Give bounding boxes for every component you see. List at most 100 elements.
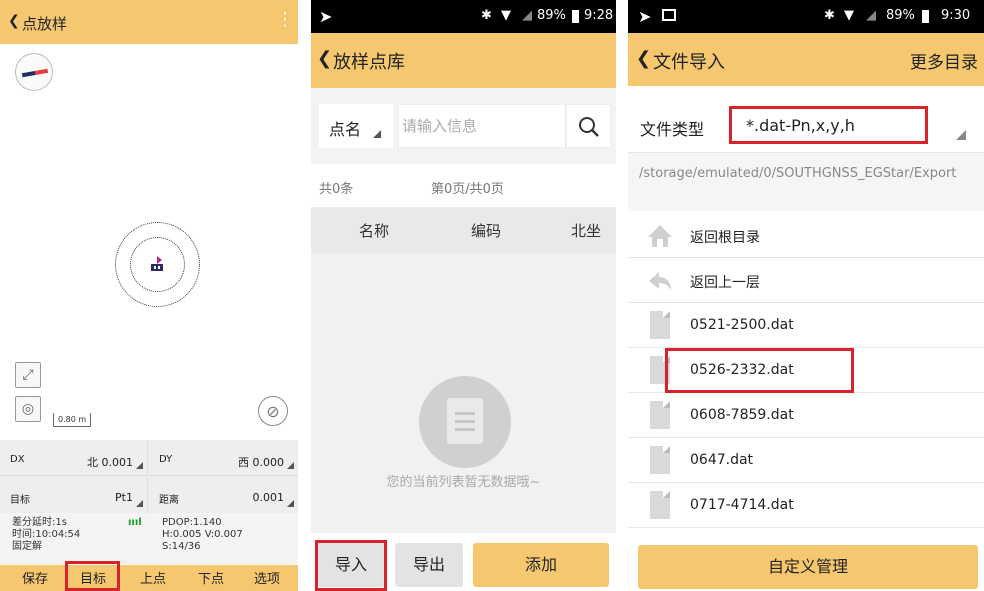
gnss-status: 差分延时:1s 时间:10:04:54 固定解 ıııl PDOP:1.140 … <box>0 513 298 565</box>
file-icon <box>650 401 670 429</box>
nav-root-row[interactable]: 返回根目录 <box>628 213 984 258</box>
file-name: 0647.dat <box>690 452 754 468</box>
dx-value: 北 0.001 <box>87 456 133 469</box>
empty-state: 您的当前列表暂无数据哦~ <box>311 253 616 533</box>
cell-signal-icon: ◢ <box>866 8 876 23</box>
spacer <box>628 86 984 98</box>
back-arrow-icon <box>649 272 671 290</box>
file-icon <box>650 491 670 519</box>
page-title: 点放样 <box>22 15 68 33</box>
highlight-box <box>315 540 387 591</box>
chevron-left-icon[interactable]: ❮ <box>8 13 20 29</box>
satellites-text: S:14/36 <box>162 541 201 552</box>
target-cell[interactable]: 目标 Pt1 <box>0 477 148 513</box>
location-icon: ➤ <box>638 7 652 26</box>
search-input[interactable]: 请输入信息 <box>398 104 566 148</box>
header-bar: ❮ 文件导入 更多目录 <box>628 33 984 86</box>
file-icon <box>650 446 670 474</box>
locate-icon[interactable]: ◎ <box>15 396 41 422</box>
status-bar: ➤ ✱ ▼ ◢ 89% 9:28 <box>311 0 616 33</box>
battery-percent: 89% <box>886 8 915 23</box>
distance-value: 0.001 <box>252 491 285 504</box>
target-label: 目标 <box>10 495 30 506</box>
add-button[interactable]: 添加 <box>473 543 609 587</box>
file-row[interactable]: 0521-2500.dat <box>628 303 984 348</box>
custom-manage-button[interactable]: 自定义管理 <box>638 545 978 589</box>
file-type-label: 文件类型 <box>640 120 705 139</box>
status-bar: ➤ ✱ ▼ ◢ 89% 9:30 <box>628 0 984 33</box>
options-button[interactable]: 选项 <box>240 569 294 591</box>
current-path: /storage/emulated/0/SOUTHGNSS_EGStar/Exp… <box>628 153 984 211</box>
total-count: 共0条 <box>319 182 354 197</box>
distance-label: 距离 <box>159 495 179 506</box>
more-directories-button[interactable]: 更多目录 <box>910 48 978 73</box>
signal-icon: ıııl <box>128 517 142 528</box>
file-row[interactable]: 0717-4714.dat <box>628 483 984 528</box>
next-point-button[interactable]: 下点 <box>184 569 238 591</box>
wifi-icon: ▼ <box>844 8 854 23</box>
nav-up-row[interactable]: 返回上一层 <box>628 258 984 303</box>
bluetooth-icon: ✱ <box>824 8 835 23</box>
target-value: Pt1 <box>115 491 133 504</box>
header-bar: ❮ 点放样 ⋮ <box>0 0 298 44</box>
highlight-box <box>65 561 120 591</box>
page-title: 文件导入 <box>653 52 725 73</box>
page-indicator: 第0页/共0页 <box>431 182 504 197</box>
highlight-box <box>665 348 854 393</box>
search-bar: 点名 请输入信息 <box>311 88 616 164</box>
disable-icon[interactable]: ⊘ <box>258 396 288 426</box>
search-field-select[interactable]: 点名 <box>319 104 393 148</box>
more-vertical-icon[interactable]: ⋮ <box>276 9 294 35</box>
file-row[interactable]: 0647.dat <box>628 438 984 483</box>
file-name: 0521-2500.dat <box>690 317 794 333</box>
result-summary: 共0条 第0页/共0页 <box>311 164 616 208</box>
location-icon: ➤ <box>319 7 333 26</box>
search-button[interactable] <box>566 104 611 148</box>
compass-icon <box>15 53 53 91</box>
table-header: 名称 编码 北坐 <box>311 208 616 253</box>
precision-text: H:0.005 V:0.007 <box>162 529 243 540</box>
deviation-grid: DX 北 0.001 DY 西 0.000 目标 Pt1 距离 0.001 <box>0 440 298 513</box>
export-button[interactable]: 导出 <box>395 543 463 587</box>
pdop-text: PDOP:1.140 <box>162 517 222 528</box>
page-title: 放样点库 <box>333 52 405 73</box>
dx-cell[interactable]: DX 北 0.001 <box>0 440 148 476</box>
bottom-toolbar: 自定义管理 <box>628 535 984 591</box>
distance-cell[interactable]: 距离 0.001 <box>149 477 298 513</box>
scale-bar: 0.80 m <box>53 413 92 427</box>
column-name[interactable]: 名称 <box>359 220 389 241</box>
battery-percent: 89% <box>537 8 566 23</box>
delay-text: 差分延时:1s <box>12 517 67 528</box>
chevron-left-icon[interactable]: ❮ <box>317 48 332 69</box>
dropdown-triangle-icon <box>136 500 143 507</box>
search-icon <box>579 117 599 137</box>
column-code[interactable]: 编码 <box>471 220 501 241</box>
station-icon <box>151 256 163 271</box>
dropdown-triangle-icon <box>136 462 143 469</box>
image-icon <box>662 9 676 21</box>
file-row[interactable]: 0608-7859.dat <box>628 393 984 438</box>
document-icon <box>447 398 483 444</box>
empty-message: 您的当前列表暂无数据哦~ <box>386 475 541 490</box>
nav-up-label: 返回上一层 <box>690 275 760 291</box>
dropdown-triangle-icon <box>373 130 381 138</box>
chevron-left-icon[interactable]: ❮ <box>636 48 651 69</box>
file-name: 0608-7859.dat <box>690 407 794 423</box>
time-text: 时间:10:04:54 <box>12 529 81 540</box>
search-field-label: 点名 <box>329 120 362 139</box>
wifi-icon: ▼ <box>501 8 511 23</box>
nav-root-label: 返回根目录 <box>690 230 760 246</box>
column-north[interactable]: 北坐 <box>571 220 601 241</box>
highlight-box <box>729 106 928 144</box>
clock: 9:28 <box>584 8 614 23</box>
dy-cell[interactable]: DY 西 0.000 <box>149 440 298 476</box>
save-button[interactable]: 保存 <box>10 569 60 591</box>
dropdown-triangle-icon[interactable] <box>956 130 966 140</box>
bottom-toolbar: 保存 目标 上点 下点 选项 <box>0 565 298 591</box>
previous-point-button[interactable]: 上点 <box>126 569 180 591</box>
fullscreen-icon[interactable]: ⤢ <box>15 362 41 388</box>
file-import-panel: ➤ ✱ ▼ ◢ 89% 9:30 ❮ 文件导入 更多目录 文件类型 *.dat-… <box>628 0 984 591</box>
clock: 9:30 <box>941 8 971 23</box>
file-name: 0717-4714.dat <box>690 497 794 513</box>
battery-icon <box>572 10 579 23</box>
